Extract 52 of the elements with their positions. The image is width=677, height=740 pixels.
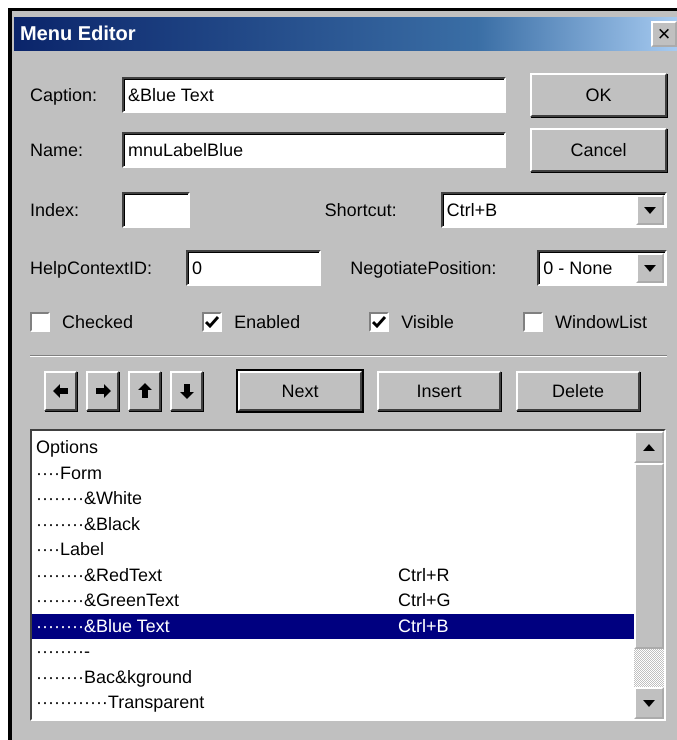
- field-label: Index:: [30, 200, 80, 220]
- list-item[interactable]: ····Form: [32, 460, 634, 486]
- action-button[interactable]: Insert: [377, 371, 501, 411]
- down-arrow-icon: [644, 264, 656, 272]
- left-arrow-icon: [52, 383, 68, 399]
- down-arrow-icon: [643, 700, 655, 706]
- list-item[interactable]: ········-: [32, 639, 634, 664]
- up-arrow-button[interactable]: [128, 371, 161, 411]
- window-title: Menu Editor: [20, 22, 136, 46]
- index-field[interactable]: [122, 192, 190, 228]
- up-arrow-icon: [643, 444, 655, 450]
- down-arrow-icon: [178, 383, 194, 399]
- list-item[interactable]: ········Bac&kground: [32, 664, 634, 690]
- help-context-field[interactable]: 0: [186, 250, 321, 286]
- dialog-button[interactable]: Cancel: [530, 128, 667, 172]
- field-label: Name:: [30, 140, 84, 160]
- list-item[interactable]: Options: [32, 435, 634, 460]
- field-label: Caption:: [30, 84, 98, 106]
- menu-list[interactable]: Options ····Form ········&White ········&Black ····Label ········&RedText Ctrl+R ········&GreenText Ctrl+G ········&Blue Text Ctrl+B ········- ········Bac&kground ············Transparent: [30, 429, 666, 721]
- checkbox[interactable]: [522, 312, 543, 332]
- left-arrow-button[interactable]: [44, 371, 77, 411]
- close-button[interactable]: ×: [651, 21, 677, 47]
- action-button[interactable]: Next: [238, 371, 362, 411]
- shortcut-dropdown[interactable]: Ctrl+B: [440, 192, 667, 228]
- field-label: HelpContextID:: [30, 258, 154, 278]
- checkbox[interactable]: [30, 312, 50, 332]
- negotiate-position-dropdown[interactable]: 0 - None: [537, 250, 667, 286]
- checkbox-label: Checked: [62, 312, 134, 332]
- right-arrow-icon: [94, 383, 110, 399]
- scrollbar[interactable]: [634, 431, 664, 719]
- down-arrow-button[interactable]: [170, 371, 203, 411]
- down-arrow-icon: [644, 206, 656, 214]
- checkbox-label: WindowList: [554, 312, 647, 332]
- field-label: Shortcut:: [324, 200, 398, 220]
- list-item[interactable]: ········&GreenText Ctrl+G: [32, 588, 634, 614]
- checkbox[interactable]: [202, 312, 222, 332]
- right-arrow-button[interactable]: [86, 371, 119, 411]
- checkbox-label: Enabled: [234, 312, 300, 332]
- dialog-button[interactable]: OK: [530, 73, 667, 117]
- up-arrow-icon: [136, 383, 152, 399]
- list-item[interactable]: ············Transparent: [32, 690, 634, 716]
- checkbox[interactable]: [369, 312, 390, 332]
- list-item[interactable]: ········&White: [32, 486, 634, 512]
- list-item[interactable]: ········&Black: [32, 512, 634, 537]
- list-item[interactable]: ········&RedText Ctrl+R: [32, 562, 634, 588]
- list-item[interactable]: ····Label: [32, 537, 634, 562]
- checkbox-label: Visible: [401, 312, 454, 332]
- list-item[interactable]: ········&Blue Text Ctrl+B: [32, 614, 634, 639]
- field-label: NegotiatePosition:: [350, 258, 498, 278]
- text-field[interactable]: mnuLabelBlue: [122, 132, 506, 168]
- action-button[interactable]: Delete: [516, 371, 640, 411]
- text-field[interactable]: &Blue Text: [122, 77, 506, 113]
